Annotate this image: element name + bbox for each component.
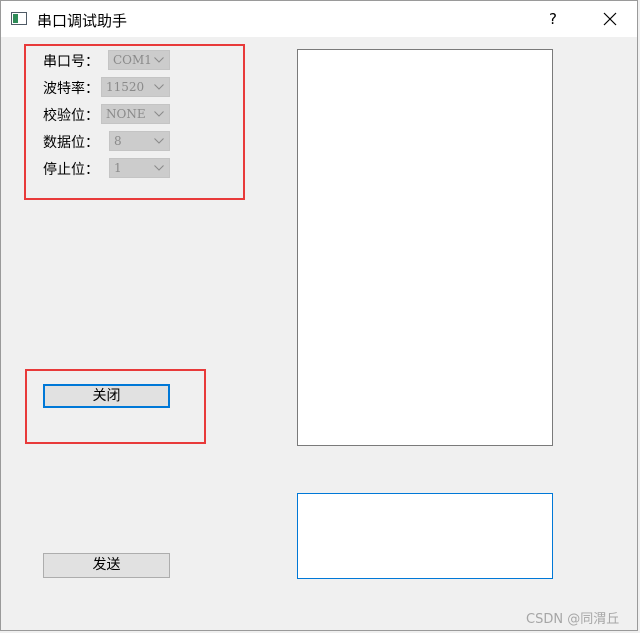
main-window: 串口调试助手 ? 串口号： COM1 波特率： 11520 校验位： NONE … (0, 0, 638, 631)
settings-highlight-box (24, 44, 245, 200)
send-textarea[interactable] (297, 493, 553, 579)
watermark: CSDN @同渭丘 (526, 612, 620, 627)
close-icon[interactable] (587, 1, 633, 37)
app-icon (11, 12, 27, 25)
send-button[interactable]: 发送 (43, 553, 170, 578)
receive-textarea[interactable] (297, 49, 553, 446)
window-title: 串口调试助手 (37, 12, 128, 30)
help-button[interactable]: ? (535, 1, 571, 37)
title-bar: 串口调试助手 ? (1, 1, 637, 37)
close-port-button[interactable]: 关闭 (43, 384, 170, 408)
